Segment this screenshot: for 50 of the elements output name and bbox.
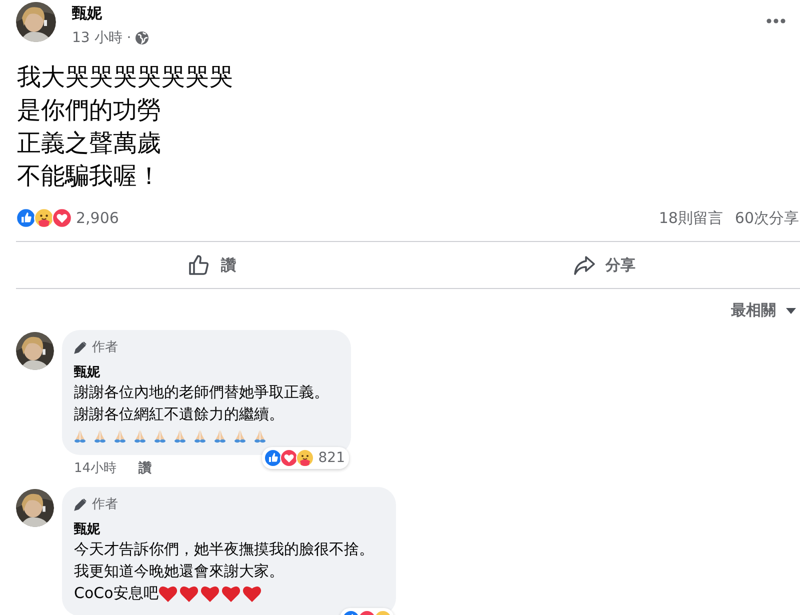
praying-hands-icon: [74, 429, 86, 443]
post-text: 正義之聲萬歲: [17, 128, 162, 159]
praying-hands-icon: [174, 429, 186, 443]
heart-icon: [158, 584, 178, 602]
author-label: 作者: [92, 339, 118, 356]
like-button[interactable]: 讚: [16, 242, 408, 288]
praying-hands-icon: [94, 429, 106, 443]
comment-text: 今天才告訴你們，她半夜撫摸我的臉很不捨。: [74, 539, 374, 560]
comment-author[interactable]: 甄妮: [74, 363, 329, 381]
praying-hands-icon: [194, 429, 206, 443]
post-text: 是你們的功勞: [17, 95, 162, 126]
comment-text: 謝謝各位內地的老師們替她爭取正義。: [74, 382, 329, 403]
heart-icon: [221, 584, 242, 602]
like-icon: [188, 254, 211, 276]
heart-icon: [179, 584, 200, 602]
share-button[interactable]: 分享: [408, 242, 800, 288]
like-reaction-icon: [16, 208, 36, 228]
share-count[interactable]: 60次分享: [734, 208, 799, 228]
caret-icon: [786, 308, 796, 314]
reaction-count: 821: [318, 450, 345, 466]
comment-author[interactable]: 甄妮: [74, 520, 374, 538]
praying-hands-icon: [134, 429, 146, 443]
more-button[interactable]: [764, 16, 788, 26]
post-text: 我大哭哭哭哭哭哭哭: [17, 62, 234, 93]
comment-text: 我更知道今晚她還會來謝大家。: [74, 561, 284, 582]
heart-reaction-icon: [52, 208, 72, 228]
comment-text: 謝謝各位網紅不遺餘力的繼續。: [74, 404, 284, 425]
hug-reaction-icon: [34, 208, 54, 228]
pencil-icon: [74, 340, 87, 354]
praying-hands-icon: [214, 429, 226, 443]
praying-hands-icon: [234, 429, 246, 443]
comment-time[interactable]: 14小時: [74, 459, 117, 477]
like-link[interactable]: 讚: [138, 459, 152, 477]
share-icon: [572, 254, 596, 276]
post-time[interactable]: 13 小時 ·: [72, 29, 132, 47]
heart-icon: [200, 584, 220, 602]
heart-icon: [242, 584, 262, 602]
comment-text: CoCo安息吧: [74, 583, 158, 604]
author-label: 作者: [92, 496, 118, 513]
globe-icon: [135, 31, 150, 45]
author-name[interactable]: 甄妮: [72, 4, 748, 23]
reaction-count[interactable]: 2,906: [76, 209, 119, 227]
praying-hands-icon: [154, 429, 166, 443]
pencil-icon: [74, 498, 87, 510]
praying-hands-icon: [114, 429, 126, 443]
sort-dropdown[interactable]: 最相關: [731, 301, 796, 320]
post-text: 不能騙我喔！: [17, 161, 162, 192]
praying-hands-icon: [254, 429, 266, 443]
more-icon: [766, 18, 786, 24]
comment-count[interactable]: 18則留言: [658, 208, 723, 228]
